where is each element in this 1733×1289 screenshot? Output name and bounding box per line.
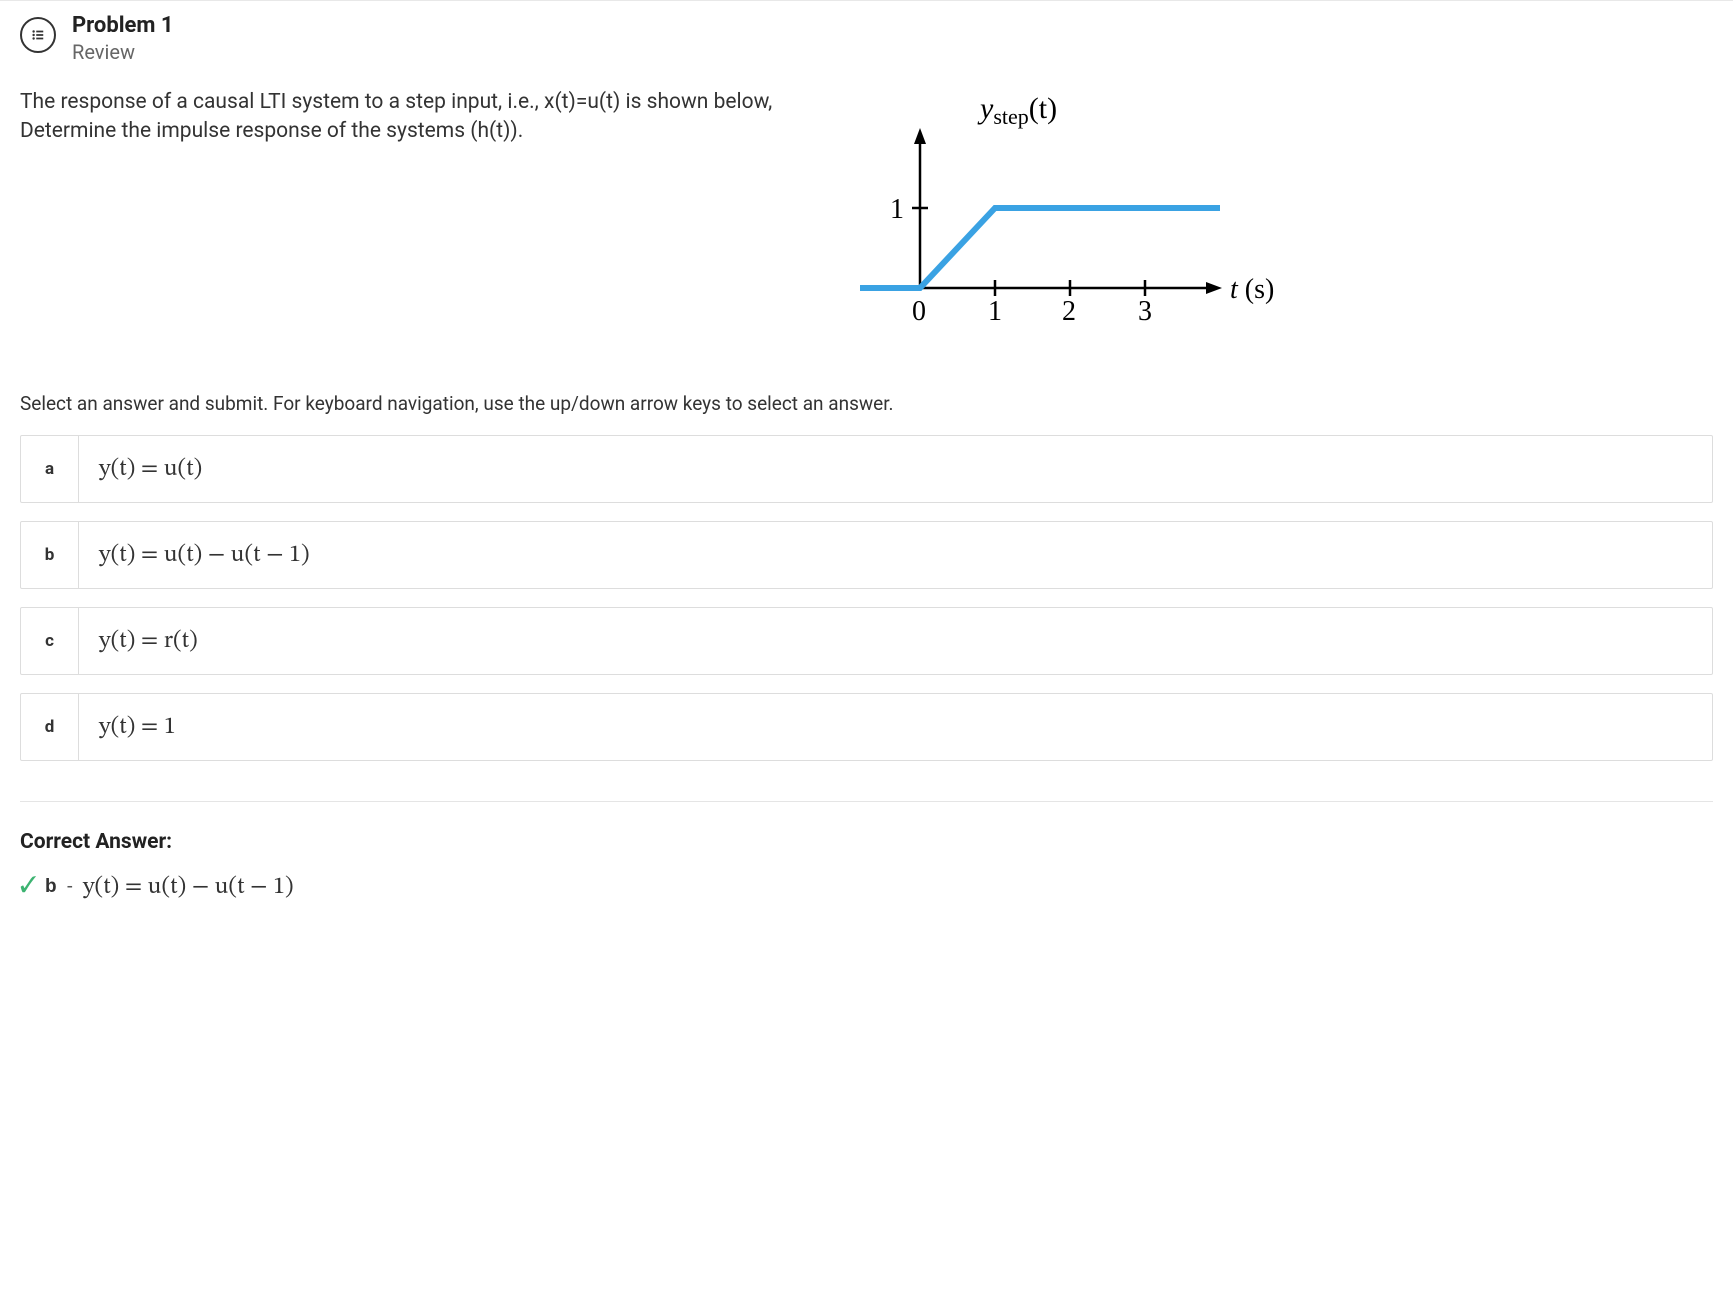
problem-header: Problem 1 Review	[20, 13, 1713, 64]
question-line2: Determine the impulse response of the sy…	[20, 119, 523, 143]
option-c[interactable]: c y(t) = r(t)	[20, 607, 1713, 675]
instruction-text: Select an answer and submit. For keyboar…	[20, 392, 1713, 415]
problem-subtitle: Review	[72, 40, 174, 64]
x-tick-label-3: 3	[1138, 296, 1152, 327]
y-tick-label: 1	[890, 194, 904, 225]
list-icon	[20, 17, 56, 53]
option-letter: d	[21, 694, 79, 760]
option-a[interactable]: a y(t) = u(t)	[20, 435, 1713, 503]
divider	[20, 801, 1713, 802]
question-line1: The response of a causal LTI system to a…	[20, 90, 772, 114]
option-text: y(t) = r(t)	[79, 608, 218, 674]
x-axis-arrow-icon	[1206, 282, 1222, 294]
x-tick-label-2: 2	[1062, 296, 1076, 327]
graph-svg: ystep(t) 1 0 1 2 3	[840, 88, 1280, 358]
problem-title: Problem 1	[72, 13, 174, 38]
option-letter: c	[21, 608, 79, 674]
y-axis-label: ystep(t)	[977, 92, 1057, 129]
step-response-graph: ystep(t) 1 0 1 2 3	[840, 88, 1280, 362]
question-row: The response of a causal LTI system to a…	[20, 88, 1713, 362]
option-text: y(t) = 1	[79, 694, 196, 760]
option-b[interactable]: b y(t) = u(t) − u(t − 1)	[20, 521, 1713, 589]
x-tick-label-1: 1	[988, 296, 1002, 327]
options-list: a y(t) = u(t) b y(t) = u(t) − u(t − 1) c…	[20, 435, 1713, 761]
option-d[interactable]: d y(t) = 1	[20, 693, 1713, 761]
bullet-list-icon	[31, 28, 45, 42]
step-response-curve	[860, 208, 1220, 288]
option-text: y(t) = u(t) − u(t − 1)	[79, 522, 330, 588]
option-letter: a	[21, 436, 79, 502]
correct-answer-letter: b	[45, 876, 57, 898]
y-axis-arrow-icon	[914, 128, 926, 144]
question-text: The response of a causal LTI system to a…	[20, 88, 800, 147]
option-text: y(t) = u(t)	[79, 436, 222, 502]
correct-answer-label: Correct Answer:	[20, 830, 1713, 854]
correct-answer-dash: -	[67, 876, 73, 898]
problem-panel: Problem 1 Review The response of a causa…	[0, 0, 1733, 932]
correct-answer: ✓ b - y(t) = u(t) − u(t − 1)	[20, 872, 1713, 902]
x-tick-label-0: 0	[912, 296, 926, 327]
correct-answer-text: y(t) = u(t) − u(t − 1)	[83, 872, 294, 902]
header-text: Problem 1 Review	[72, 13, 174, 64]
x-axis-label: t (s)	[1230, 274, 1274, 305]
option-letter: b	[21, 522, 79, 588]
check-icon: ✓	[20, 873, 37, 901]
